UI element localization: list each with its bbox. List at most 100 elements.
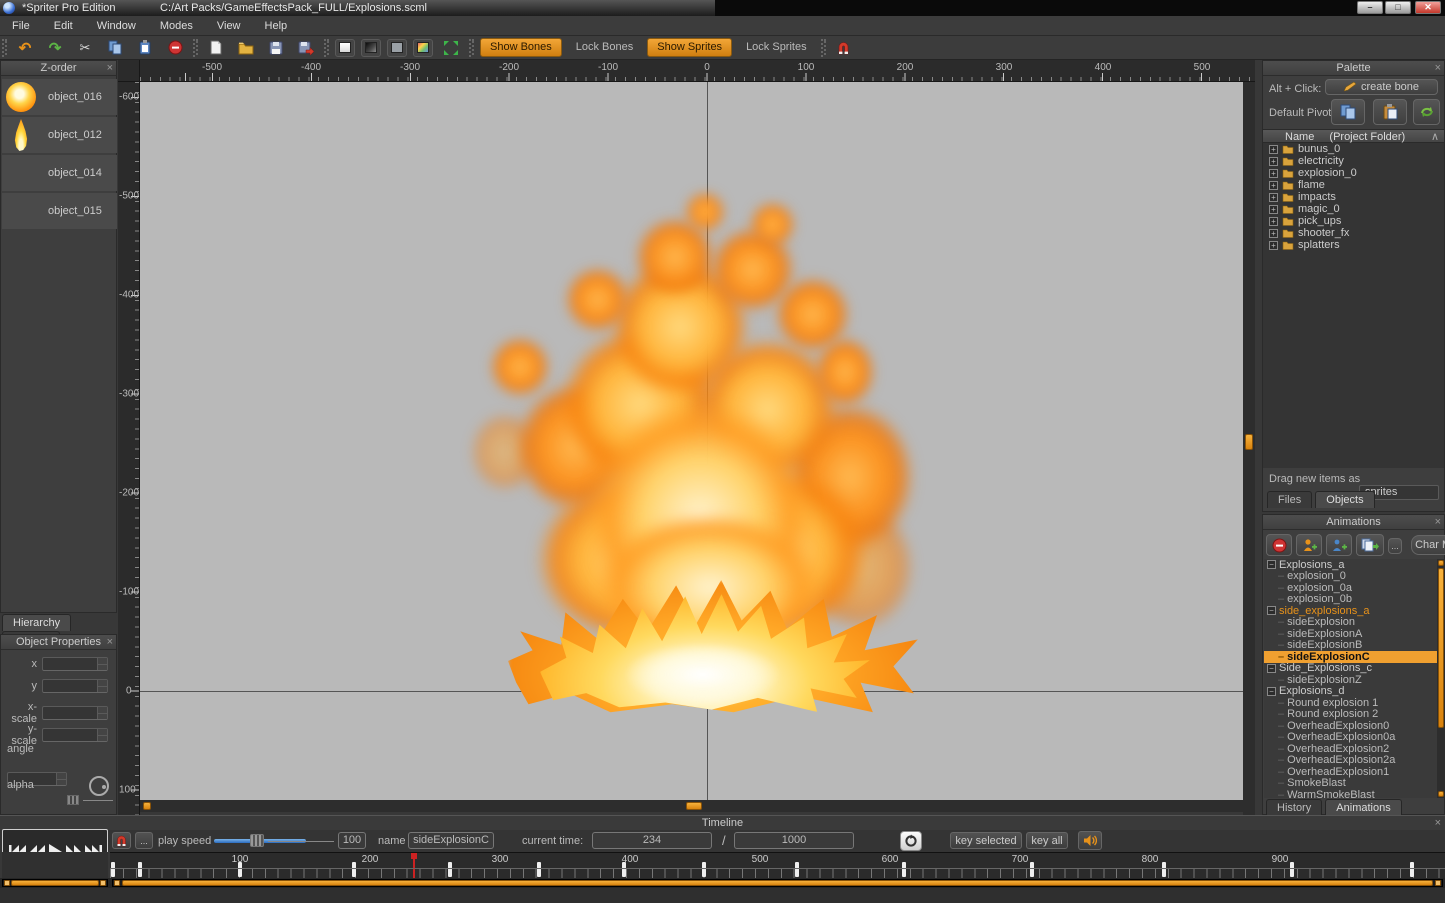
- animation-item[interactable]: –sideExplosion: [1264, 617, 1437, 629]
- duration-field[interactable]: 1000: [734, 832, 854, 849]
- keyframe-marker[interactable]: [352, 862, 356, 877]
- animations-scroll-up-button[interactable]: [1438, 560, 1444, 566]
- canvas-horizontal-scrollbar[interactable]: [140, 800, 1243, 812]
- animation-group[interactable]: −Side_Explosions_c: [1264, 663, 1437, 675]
- timeline-snap-button[interactable]: [112, 832, 131, 849]
- menu-edit[interactable]: Edit: [42, 16, 85, 36]
- collapse-icon[interactable]: −: [1267, 560, 1276, 569]
- expand-icon[interactable]: +: [1269, 169, 1278, 178]
- x-input[interactable]: [42, 657, 108, 671]
- save-as-button[interactable]: [294, 38, 318, 58]
- y-input[interactable]: [42, 679, 108, 693]
- close-icon[interactable]: ×: [1435, 515, 1441, 530]
- canvas-hscroll-left-button[interactable]: [143, 802, 151, 810]
- x-spinner[interactable]: [97, 658, 107, 670]
- palette-tree-empty[interactable]: [1263, 263, 1444, 468]
- palette-folder-pickups[interactable]: +pick_ups: [1263, 215, 1444, 227]
- palette-folder-splatters[interactable]: +splatters: [1263, 239, 1444, 251]
- animation-group-active[interactable]: −side_explosions_a: [1264, 605, 1437, 617]
- expand-icon[interactable]: +: [1269, 157, 1278, 166]
- create-bone-button[interactable]: create bone: [1325, 79, 1438, 95]
- show-bones-button[interactable]: Show Bones: [480, 38, 562, 57]
- tab-files[interactable]: Files: [1267, 491, 1312, 508]
- transport-scroll-thumb[interactable]: [11, 880, 99, 886]
- animation-item-selected[interactable]: –sideExplosionC: [1264, 651, 1437, 663]
- view-mode-light-button[interactable]: [335, 39, 355, 57]
- key-selected-button[interactable]: key selected: [950, 832, 1022, 849]
- palette-folder-bunus[interactable]: +bunus_0: [1263, 143, 1444, 155]
- toolbar-grip[interactable]: [821, 39, 826, 57]
- menu-view[interactable]: View: [205, 16, 253, 36]
- palette-tree-header[interactable]: Name (Project Folder) ∧: [1263, 129, 1444, 143]
- zorder-item-object015[interactable]: object_015: [2, 193, 117, 229]
- play-speed-handle[interactable]: [250, 834, 264, 847]
- tab-hierarchy[interactable]: Hierarchy: [2, 614, 71, 631]
- copy-button[interactable]: [103, 38, 127, 58]
- canvas-hscroll-thumb[interactable]: [686, 802, 702, 810]
- keyframe-marker[interactable]: [138, 862, 142, 877]
- toolbar-grip[interactable]: [324, 39, 329, 57]
- play-speed-value[interactable]: 100: [338, 832, 366, 849]
- keyframe-marker[interactable]: [1030, 862, 1034, 877]
- expand-icon[interactable]: +: [1269, 241, 1278, 250]
- tab-history[interactable]: History: [1266, 799, 1322, 816]
- keyframe-marker[interactable]: [1162, 862, 1166, 877]
- expand-icon[interactable]: +: [1269, 193, 1278, 202]
- fit-view-button[interactable]: [439, 38, 463, 58]
- menu-window[interactable]: Window: [85, 16, 148, 36]
- timeline-scroll-right-button[interactable]: [1435, 880, 1441, 886]
- animation-item[interactable]: –explosion_0: [1264, 571, 1437, 583]
- animation-name-field[interactable]: sideExplosionC: [408, 832, 494, 849]
- animation-item[interactable]: –sideExplosionZ: [1264, 674, 1437, 686]
- transport-scrollbar[interactable]: [2, 879, 108, 887]
- close-icon[interactable]: ×: [107, 635, 113, 650]
- view-mode-gray-button[interactable]: [387, 39, 407, 57]
- x-scale-input[interactable]: [42, 706, 108, 720]
- animations-more-button[interactable]: ...: [1388, 538, 1402, 554]
- close-button[interactable]: ✕: [1415, 1, 1441, 14]
- new-file-button[interactable]: [204, 38, 228, 58]
- redo-button[interactable]: ↷: [43, 38, 67, 58]
- close-icon[interactable]: ×: [1435, 816, 1441, 831]
- animation-item[interactable]: –OverheadExplosion1: [1264, 766, 1437, 778]
- add-entity-button[interactable]: [1296, 534, 1322, 556]
- toolbar-grip[interactable]: [469, 39, 474, 57]
- keyframe-marker[interactable]: [537, 862, 541, 877]
- y-spinner[interactable]: [97, 680, 107, 692]
- palette-folder-electricity[interactable]: +electricity: [1263, 155, 1444, 167]
- animation-group[interactable]: −Explosions_d: [1264, 686, 1437, 698]
- keyframe-marker[interactable]: [448, 862, 452, 877]
- keyframe-marker[interactable]: [622, 862, 626, 877]
- expand-icon[interactable]: +: [1269, 217, 1278, 226]
- copy-pivot-button[interactable]: [1331, 99, 1365, 125]
- expand-icon[interactable]: +: [1269, 145, 1278, 154]
- animation-item[interactable]: –Round explosion 1: [1264, 697, 1437, 709]
- animations-scrollbar[interactable]: [1437, 559, 1445, 798]
- sound-button[interactable]: [1078, 831, 1102, 850]
- tab-objects[interactable]: Objects: [1315, 491, 1374, 508]
- keyframe-marker[interactable]: [1410, 862, 1414, 877]
- play-speed-track-rest[interactable]: [268, 841, 334, 842]
- keyframe-marker[interactable]: [702, 862, 706, 877]
- refresh-pivot-button[interactable]: [1413, 99, 1440, 125]
- animation-item[interactable]: –sideExplosionB: [1264, 640, 1437, 652]
- x-scale-spinner[interactable]: [97, 707, 107, 719]
- show-sprites-button[interactable]: Show Sprites: [647, 38, 732, 57]
- animation-item[interactable]: –explosion_0b: [1264, 594, 1437, 606]
- view-mode-dark-button[interactable]: [361, 39, 381, 57]
- minimize-button[interactable]: –: [1357, 1, 1383, 14]
- animation-item[interactable]: –Round explosion 2: [1264, 709, 1437, 721]
- keyframe-marker[interactable]: [902, 862, 906, 877]
- expand-icon[interactable]: +: [1269, 205, 1278, 214]
- palette-folder-flame[interactable]: +flame: [1263, 179, 1444, 191]
- key-all-button[interactable]: key all: [1026, 832, 1068, 849]
- zorder-item-object014[interactable]: object_014: [2, 155, 117, 191]
- zorder-item-object012[interactable]: object_012: [2, 117, 117, 153]
- name-column-header[interactable]: Name: [1285, 131, 1314, 143]
- paste-button[interactable]: [133, 38, 157, 58]
- char-maps-button[interactable]: Char Maps: [1411, 535, 1445, 555]
- tab-animations[interactable]: Animations: [1325, 799, 1401, 816]
- transport-scroll-left-button[interactable]: [4, 880, 10, 886]
- keyframe-marker[interactable]: [111, 862, 115, 877]
- paste-pivot-button[interactable]: [1373, 99, 1407, 125]
